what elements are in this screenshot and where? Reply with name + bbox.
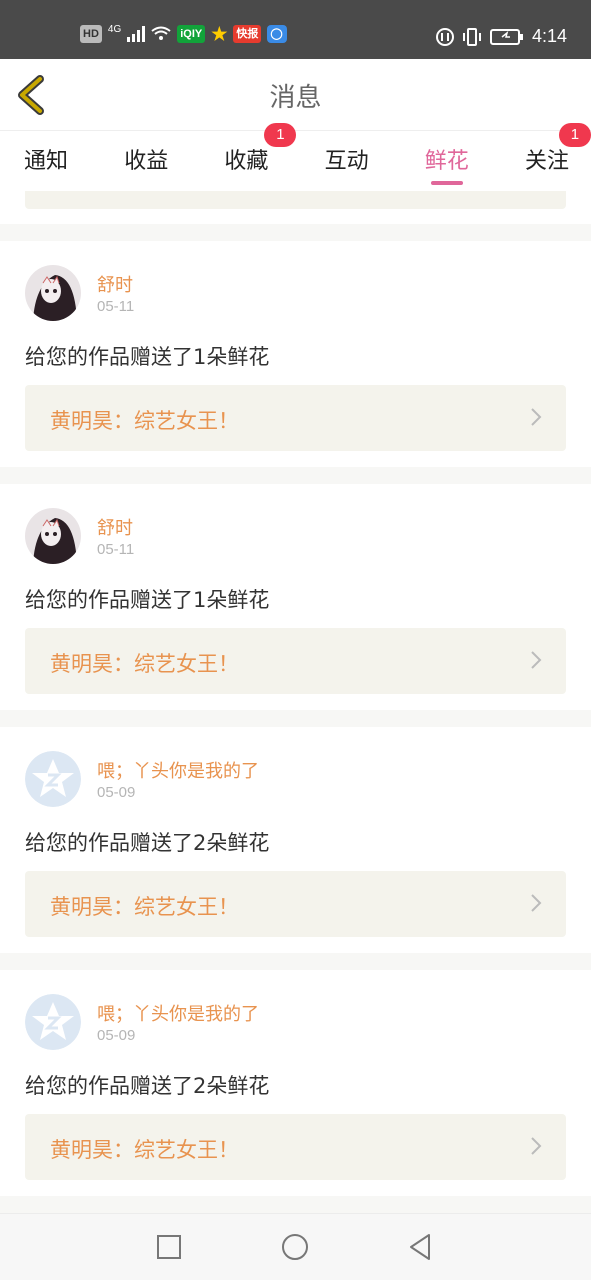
tab-label: 关注 — [524, 149, 569, 174]
tab-label: 通知 — [24, 149, 69, 174]
divider — [0, 710, 591, 727]
tab-flowers[interactable]: 鲜花 — [425, 131, 469, 191]
avatar[interactable] — [25, 994, 81, 1050]
work-link[interactable]: 黄明昊：综艺女王！ — [25, 871, 566, 937]
recent-apps-button[interactable] — [154, 1232, 184, 1262]
previous-work-box — [25, 191, 566, 209]
message-list: 舒时 05-11 给您的作品赠送了1朵鲜花 黄明昊：综艺女王！ 舒时 05-11… — [0, 191, 591, 1196]
message-card: 舒时 05-11 给您的作品赠送了1朵鲜花 黄明昊：综艺女王！ — [0, 241, 591, 467]
tab-earnings[interactable]: 收益 — [124, 131, 168, 191]
user-name[interactable]: 舒时 — [97, 271, 133, 297]
browser-icon: ◯ — [267, 25, 288, 43]
page-title: 消息 — [269, 83, 322, 113]
message-date: 05-11 — [97, 298, 135, 315]
iqiyi-icon: iQIY — [177, 25, 206, 43]
tab-label: 鲜花 — [424, 149, 469, 174]
active-tab-indicator — [430, 181, 463, 185]
clock: 4:14 — [531, 26, 567, 46]
star-icon: ★ — [211, 24, 228, 44]
work-title: 黄明昊：综艺女王！ — [50, 409, 239, 433]
work-title: 黄明昊：综艺女王！ — [50, 652, 239, 676]
user-name[interactable]: 喂；丫头你是我的了 — [97, 1000, 259, 1026]
tab-interaction[interactable]: 互动 — [325, 131, 369, 191]
tab-badge: 1 — [558, 123, 591, 147]
message-text: 给您的作品赠送了2朵鲜花 — [25, 831, 270, 855]
message-card: 喂；丫头你是我的了 05-09 给您的作品赠送了2朵鲜花 黄明昊：综艺女王！ — [0, 727, 591, 953]
tab-label: 互动 — [324, 149, 369, 174]
message-date: 05-09 — [97, 784, 136, 801]
status-left: HD 4G iQIY ★ 快报 ◯ — [80, 23, 288, 44]
user-name[interactable]: 喂；丫头你是我的了 — [97, 757, 259, 783]
kuaibao-icon: 快报 — [233, 25, 262, 43]
hd-label: HD — [80, 25, 102, 43]
message-card: 喂；丫头你是我的了 05-09 给您的作品赠送了2朵鲜花 黄明昊：综艺女王！ — [0, 970, 591, 1196]
signal-icon — [127, 26, 146, 42]
work-title: 黄明昊：综艺女王！ — [50, 1138, 239, 1162]
work-link[interactable]: 黄明昊：综艺女王！ — [25, 1114, 566, 1180]
divider — [0, 224, 591, 241]
message-text: 给您的作品赠送了1朵鲜花 — [25, 345, 270, 369]
back-nav-button[interactable] — [405, 1232, 435, 1262]
default-avatar-icon — [25, 994, 81, 1050]
work-link[interactable]: 黄明昊：综艺女王！ — [25, 385, 566, 451]
user-photo-icon — [25, 508, 81, 564]
work-link[interactable]: 黄明昊：综艺女王！ — [25, 628, 566, 694]
tab-follow[interactable]: 关注 1 — [524, 123, 591, 191]
avatar[interactable] — [25, 508, 81, 564]
status-right: 4:14 — [435, 26, 567, 47]
divider — [0, 467, 591, 484]
message-card: 舒时 05-11 给您的作品赠送了1朵鲜花 黄明昊：综艺女王！ — [0, 484, 591, 710]
battery-icon — [489, 28, 523, 45]
home-button[interactable] — [280, 1232, 310, 1262]
tab-label: 收藏 — [224, 149, 269, 174]
message-date: 05-09 — [97, 1027, 136, 1044]
chevron-right-icon — [531, 1137, 542, 1155]
tab-favorites[interactable]: 收藏 1 — [224, 123, 297, 191]
wifi-icon — [151, 26, 171, 40]
nfc-icon — [435, 27, 454, 46]
chevron-right-icon — [531, 894, 542, 912]
work-title: 黄明昊：综艺女王！ — [50, 895, 239, 919]
tab-bar: 通知 收益 收藏 1 互动 鲜花 关注 1 — [0, 123, 591, 191]
network-label: 4G — [107, 23, 122, 35]
chevron-right-icon — [531, 408, 542, 426]
tab-label: 收益 — [124, 149, 169, 174]
app-header: 消息 — [0, 59, 591, 131]
message-text: 给您的作品赠送了2朵鲜花 — [25, 1074, 270, 1098]
message-text: 给您的作品赠送了1朵鲜花 — [25, 588, 270, 612]
avatar[interactable] — [25, 265, 81, 321]
previous-card-stub — [0, 191, 591, 224]
message-date: 05-11 — [97, 541, 135, 558]
tab-badge: 1 — [264, 123, 297, 147]
chevron-right-icon — [531, 651, 542, 669]
divider — [0, 953, 591, 970]
default-avatar-icon — [25, 751, 81, 807]
tab-notice[interactable]: 通知 — [24, 131, 68, 191]
user-name[interactable]: 舒时 — [97, 514, 133, 540]
user-photo-icon — [25, 265, 81, 321]
avatar[interactable] — [25, 751, 81, 807]
system-nav-bar — [0, 1213, 591, 1280]
vibrate-icon — [462, 27, 481, 46]
status-bar: HD 4G iQIY ★ 快报 ◯ 4:14 — [0, 0, 591, 59]
